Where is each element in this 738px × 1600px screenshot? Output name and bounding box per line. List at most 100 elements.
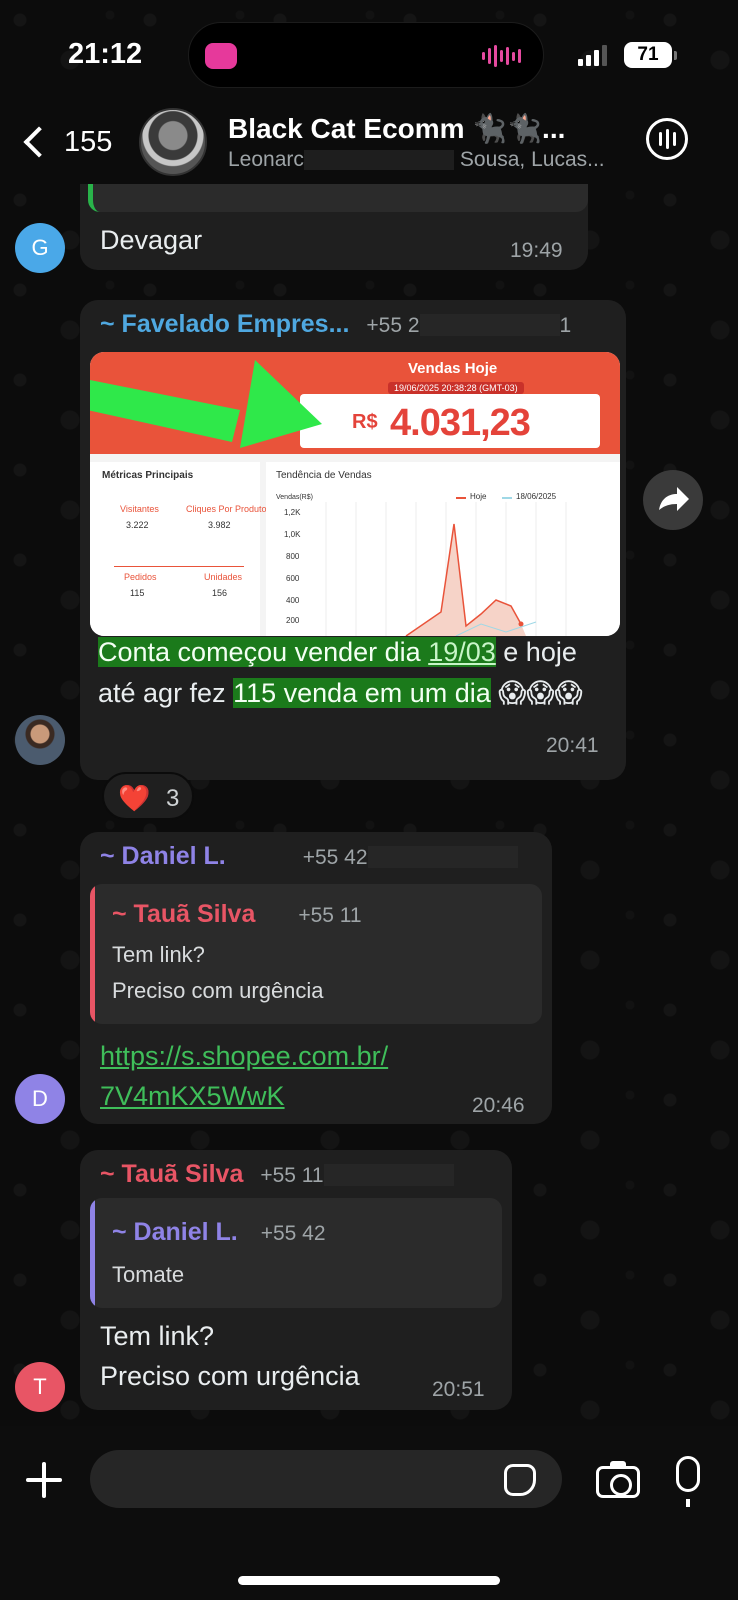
message-text: Tem link? (100, 1321, 215, 1351)
message-input[interactable] (90, 1450, 562, 1508)
status-bar: 21:12 71 (0, 0, 738, 110)
cellular-signal-icon (578, 44, 607, 66)
group-avatar[interactable] (139, 108, 207, 176)
group-members[interactable]: Leonarc Sousa, Lucas... (228, 148, 628, 172)
legend-label: Hoje (470, 492, 487, 501)
app-activity-icon (205, 43, 237, 69)
quote-phone: +55 11 (298, 904, 362, 927)
microphone-icon[interactable] (676, 1456, 700, 1507)
sender-name[interactable]: ~ Daniel L. (100, 842, 226, 870)
metric-label: Unidades (204, 572, 243, 582)
legend-label: 18/06/2025 (516, 492, 557, 501)
sales-screenshot-image[interactable]: Vendas Hoje 19/06/2025 20:38:28 (GMT-03)… (90, 352, 620, 636)
message-text: Preciso com urgência (100, 1361, 360, 1391)
message-time: 20:41 (546, 734, 599, 757)
home-indicator (238, 1576, 500, 1585)
quote-line: Tomate (112, 1262, 185, 1287)
trend-ylabel: Vendas(R$) (276, 494, 313, 501)
tick-label: 800 (286, 552, 300, 561)
sender-phone: +55 11 (260, 1164, 324, 1187)
metrics-title: Métricas Principais (102, 470, 194, 481)
share-arrow-icon (659, 487, 689, 511)
reply-quote[interactable]: ~ Daniel L. +55 42 Tomate (90, 1198, 502, 1308)
group-title[interactable]: Black Cat Ecomm 🐈‍⬛🐈‍⬛... (228, 112, 618, 145)
sender-phone: +55 42 (302, 846, 368, 869)
members-end: Sousa, Lucas... (459, 148, 605, 171)
sender-phone: +55 2 (366, 314, 420, 337)
message-bubble[interactable]: ~ Daniel L. +55 42 ~ Tauã Silva +55 11 T… (80, 832, 552, 1124)
reply-quote[interactable]: ~ Tauã Silva +55 11 Tem link? Preciso co… (90, 884, 542, 1024)
quote-line: Tem link? (112, 942, 205, 967)
sender-name[interactable]: ~ Favelado Empres... (100, 310, 349, 338)
camera-icon[interactable] (596, 1461, 640, 1498)
reply-quote-partial (88, 184, 588, 212)
quote-sender: ~ Tauã Silva (112, 900, 256, 928)
avatar[interactable]: T (15, 1362, 65, 1412)
trend-panel: Tendência de Vendas Vendas(R$) 1,2K 1,0K… (266, 462, 620, 636)
reaction-count: 3 (166, 785, 180, 812)
tick-label: 400 (286, 596, 300, 605)
metric-value: 156 (212, 588, 228, 598)
sender-phone-end: 1 (559, 314, 572, 337)
message-bubble[interactable]: ~ Tauã Silva +55 11 ~ Daniel L. +55 42 T… (80, 1150, 512, 1410)
metric-label: Visitantes (120, 504, 159, 514)
legend-swatch (502, 497, 512, 499)
quote-phone: +55 42 (260, 1222, 326, 1245)
sender-name[interactable]: ~ Tauã Silva (100, 1160, 243, 1188)
emoji-text: 😱😱😱 (490, 678, 583, 708)
reaction-badge[interactable]: ❤️ 3 (102, 772, 194, 820)
message-bubble[interactable]: Devagar 19:49 (80, 184, 588, 270)
quote-line: Preciso com urgência (112, 978, 324, 1003)
shopee-link[interactable]: https://s.shopee.com.br/ (100, 1036, 388, 1077)
tick-label: 600 (286, 574, 300, 583)
metric-label: Cliques Por Produto (186, 504, 267, 514)
green-arrow-icon (90, 360, 322, 448)
avatar[interactable]: D (15, 1074, 65, 1124)
attach-plus-icon[interactable] (24, 1460, 64, 1500)
metrics-panel: Métricas Principais Visitantes 3.222 Cli… (90, 462, 267, 636)
tick-label: 1,2K (284, 508, 301, 517)
trend-title: Tendência de Vendas (276, 470, 372, 481)
members-start: Leonarc (228, 148, 304, 171)
tick-label: 1,0K (284, 530, 301, 539)
sticker-icon[interactable] (504, 1464, 536, 1496)
quote-bar (90, 1198, 95, 1308)
composer-bar (0, 1426, 738, 1600)
metric-value: 115 (130, 588, 145, 598)
quote-bar (90, 884, 95, 1024)
date-link[interactable]: 19/03 (428, 637, 496, 667)
trend-line-chart (325, 502, 567, 636)
redacted-text (419, 314, 560, 337)
message-text: Devagar (100, 225, 203, 255)
shopee-link-continued[interactable]: 7V4mKX5WwK (100, 1076, 285, 1117)
redacted-text (303, 150, 454, 171)
message-time: 20:46 (472, 1094, 525, 1117)
metric-label: Pedidos (124, 572, 157, 582)
message-text: Conta começou vender dia 19/03 e hoje at… (98, 632, 608, 714)
battery-indicator: 71 (624, 42, 677, 68)
message-time: 19:49 (510, 239, 563, 262)
audio-wave-icon (482, 45, 521, 67)
chat-header: 155 Black Cat Ecomm 🐈‍⬛🐈‍⬛... Leonarc Sou… (0, 100, 738, 184)
heart-icon: ❤️ (118, 783, 151, 813)
status-time: 21:12 (68, 38, 143, 70)
redacted-text (323, 1164, 454, 1187)
avatar[interactable]: G (15, 223, 65, 273)
legend-swatch (456, 497, 466, 499)
metric-value: 3.222 (126, 520, 149, 530)
redacted-text (367, 846, 518, 869)
unread-count: 155 (64, 125, 113, 158)
quote-sender: ~ Daniel L. (112, 1218, 238, 1246)
avatar[interactable] (15, 715, 65, 765)
chevron-left-icon (23, 126, 55, 158)
message-time: 20:51 (432, 1378, 485, 1401)
highlighted-text: 115 venda em um dia (233, 678, 491, 708)
voice-chat-button[interactable] (646, 118, 688, 160)
back-button[interactable]: 155 (14, 118, 112, 166)
forward-button[interactable] (643, 470, 703, 530)
dynamic-island (188, 22, 544, 88)
tick-label: 200 (286, 616, 300, 625)
highlighted-text: Conta começou vender dia (98, 637, 429, 667)
divider (114, 566, 244, 567)
metric-value: 3.982 (208, 520, 231, 530)
